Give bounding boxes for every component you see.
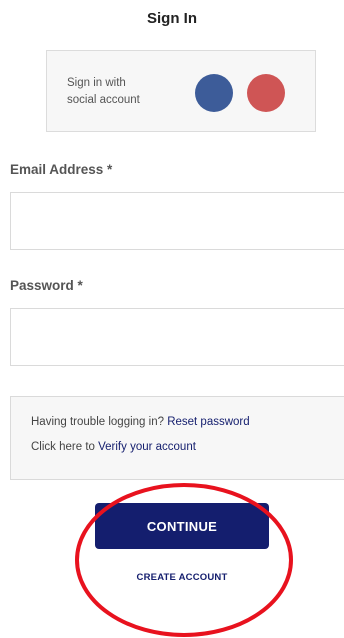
password-label: Password *: [10, 278, 83, 293]
verify-account-prompt: Click here to: [31, 441, 99, 453]
reset-password-line: Having trouble logging in? Reset passwor…: [31, 416, 250, 428]
social-login-button-1[interactable]: [195, 74, 233, 112]
social-signin-text: Sign in with social account: [67, 75, 140, 109]
social-signin-box: Sign in with social account: [46, 50, 316, 132]
reset-password-link[interactable]: Reset password: [167, 416, 249, 428]
password-field[interactable]: [10, 308, 344, 366]
email-label: Email Address *: [10, 162, 113, 177]
verify-account-line: Click here to Verify your account: [31, 441, 196, 453]
social-login-button-2[interactable]: [247, 74, 285, 112]
continue-button[interactable]: CONTINUE: [95, 503, 269, 549]
sign-in-page: Sign In Sign in with social account Emai…: [0, 0, 344, 638]
verify-account-link[interactable]: Verify your account: [98, 441, 196, 453]
page-title: Sign In: [147, 10, 197, 27]
create-account-link[interactable]: CREATE ACCOUNT: [0, 572, 344, 583]
social-signin-line1: Sign in with: [67, 77, 126, 89]
help-box: Having trouble logging in? Reset passwor…: [10, 396, 344, 480]
reset-password-prompt: Having trouble logging in?: [31, 416, 168, 428]
social-signin-line2: social account: [67, 94, 140, 106]
email-field[interactable]: [10, 192, 344, 250]
